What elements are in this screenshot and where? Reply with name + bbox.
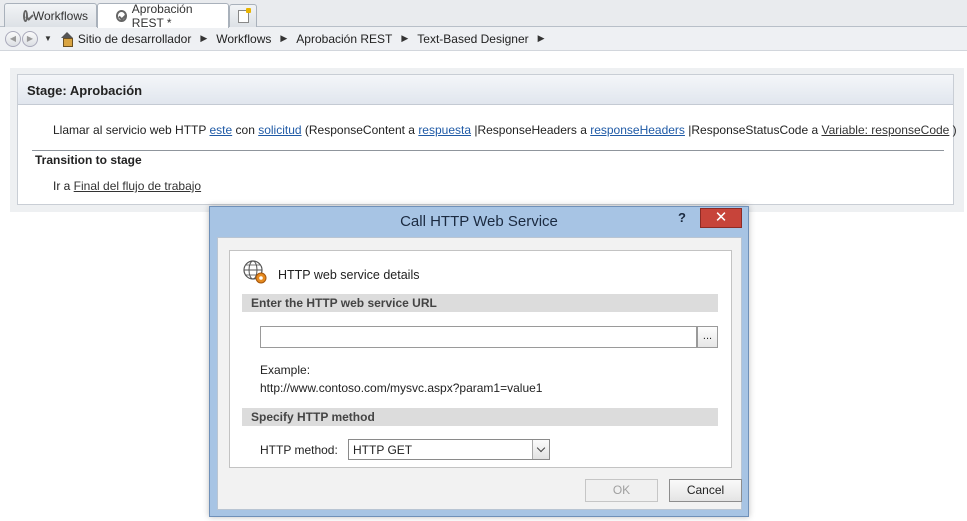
method-section-header: Specify HTTP method	[242, 408, 718, 426]
url-builder-button[interactable]: ...	[697, 326, 718, 348]
tab-label: Workflows	[32, 8, 88, 23]
ok-button[interactable]: OK	[585, 479, 658, 502]
tab-aprobacion-rest[interactable]: Aprobación REST *	[97, 2, 229, 30]
details-panel: HTTP web service details Enter the HTTP …	[229, 250, 732, 468]
transition-title: Transition to stage	[35, 153, 142, 167]
new-tab-button[interactable]	[229, 4, 257, 27]
details-title: HTTP web service details	[278, 268, 420, 282]
workflow-icon	[116, 10, 127, 22]
breadcrumb-item-site[interactable]: Sitio de desarrollador	[78, 32, 191, 46]
method-selected-value: HTTP GET	[353, 443, 413, 457]
method-label: HTTP method:	[260, 443, 338, 457]
link-response-headers[interactable]: responseHeaders	[590, 123, 685, 137]
breadcrumb-item-designer[interactable]: Text-Based Designer	[417, 32, 528, 46]
transition-prefix: Ir a	[53, 179, 74, 193]
help-button[interactable]: ?	[678, 210, 686, 225]
link-respuesta[interactable]: respuesta	[418, 123, 471, 137]
breadcrumb: ◀ ▶ ▼ Sitio de desarrollador ▶ Workflows…	[0, 27, 967, 51]
http-method-select[interactable]: HTTP GET	[348, 439, 550, 460]
forward-button[interactable]: ▶	[22, 30, 38, 47]
back-button[interactable]: ◀	[5, 30, 21, 47]
action-text: |ResponseStatusCode a	[684, 123, 822, 137]
home-icon	[60, 31, 74, 47]
link-este[interactable]: este	[210, 123, 233, 137]
url-section-header: Enter the HTTP web service URL	[242, 294, 718, 312]
tab-workflows[interactable]: Workflows	[4, 3, 97, 27]
action-text: )	[949, 123, 957, 137]
dialog-body: HTTP web service details Enter the HTTP …	[217, 237, 742, 510]
example-url: http://www.contoso.com/mysvc.aspx?param1…	[260, 381, 543, 395]
new-page-icon	[238, 8, 251, 23]
http-action-sentence: Llamar al servicio web HTTP este con sol…	[53, 123, 957, 137]
globe-gear-icon	[243, 260, 267, 284]
action-text: con	[232, 123, 259, 137]
action-text: (ResponseContent a	[301, 123, 419, 137]
close-button[interactable]: ✕	[700, 208, 742, 228]
cancel-button[interactable]: Cancel	[669, 479, 742, 502]
transition-sentence: Ir a Final del flujo de trabajo	[53, 179, 201, 193]
breadcrumb-separator-icon[interactable]: ▶	[200, 33, 207, 44]
url-input[interactable]	[260, 326, 697, 348]
action-text: |ResponseHeaders a	[471, 123, 591, 137]
link-solicitud[interactable]: solicitud	[258, 123, 301, 137]
breadcrumb-separator-icon[interactable]: ▶	[280, 33, 287, 44]
divider	[32, 150, 944, 151]
example-label: Example:	[260, 363, 311, 377]
action-text: Llamar al servicio web HTTP	[53, 123, 210, 137]
chevron-down-icon[interactable]	[532, 440, 549, 459]
breadcrumb-separator-icon[interactable]: ▶	[538, 33, 545, 44]
tab-strip: Workflows Aprobación REST *	[0, 0, 967, 30]
link-end-of-workflow[interactable]: Final del flujo de trabajo	[74, 179, 201, 193]
call-http-web-service-dialog: Call HTTP Web Service ? ✕ HTTP web servi…	[209, 206, 749, 517]
link-variable-response-code[interactable]: Variable: responseCode	[821, 123, 949, 137]
breadcrumb-separator-icon[interactable]: ▶	[401, 33, 408, 44]
workflow-icon	[23, 9, 28, 22]
stage-block: Stage: Aprobación Llamar al servicio web…	[17, 74, 957, 205]
history-dropdown-icon[interactable]: ▼	[44, 34, 52, 43]
stage-title: Stage: Aprobación	[18, 75, 953, 105]
tab-label: Aprobación REST *	[131, 2, 193, 30]
dialog-title: Call HTTP Web Service	[400, 213, 558, 230]
breadcrumb-item-workflow[interactable]: Aprobación REST	[296, 32, 392, 46]
breadcrumb-item-workflows[interactable]: Workflows	[216, 32, 271, 46]
